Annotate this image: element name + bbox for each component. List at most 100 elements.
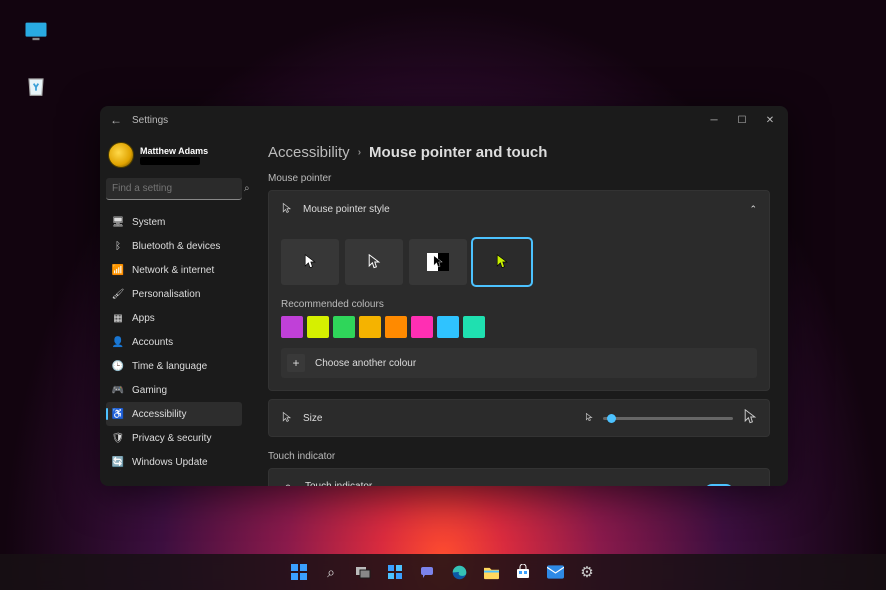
touch-indicator-title: Touch indicator (305, 481, 672, 486)
sidebar-item-label: Privacy & security (132, 433, 211, 444)
sidebar-item-system[interactable]: 🖥 System (106, 210, 242, 234)
section-mouse-pointer: Mouse pointer (268, 173, 770, 184)
gear-icon: ⚙ (580, 563, 593, 581)
desktop-icon-this-pc[interactable] (20, 18, 52, 51)
system-icon: 🖥 (112, 216, 124, 228)
colour-swatch-4[interactable] (385, 316, 407, 338)
plus-icon: + (287, 354, 305, 372)
chevron-up-icon: ⌃ (749, 204, 757, 215)
sidebar-item-label: System (132, 217, 165, 228)
colour-swatch-3[interactable] (359, 316, 381, 338)
pointer-style-label: Mouse pointer style (303, 204, 739, 215)
sidebar-item-accessibility[interactable]: ♿ Accessibility (106, 402, 242, 426)
cursor-icon (281, 202, 293, 217)
accounts-icon: 👤 (112, 336, 124, 348)
search-input[interactable] (112, 183, 244, 194)
taskbar-chat[interactable] (413, 558, 441, 586)
sidebar-item-brush[interactable]: 🖌Personalisation (106, 282, 242, 306)
taskbar-settings[interactable]: ⚙ (573, 558, 601, 586)
size-card: Size (268, 399, 770, 437)
sidebar-item-label: Network & internet (132, 265, 214, 276)
sidebar: Matthew Adams ⌕ 🖥 System ᛒ Bluetooth & devi… (100, 134, 250, 486)
update-icon: 🔄 (112, 456, 124, 468)
sidebar-item-label: Accessibility (132, 409, 186, 420)
choose-another-colour-label: Choose another colour (315, 358, 416, 369)
sidebar-item-label: Accounts (132, 337, 173, 348)
colour-swatch-0[interactable] (281, 316, 303, 338)
colour-swatch-5[interactable] (411, 316, 433, 338)
sidebar-item-apps[interactable]: ▦ Apps (106, 306, 242, 330)
section-touch-indicator: Touch indicator (268, 451, 770, 462)
taskbar-start[interactable] (285, 558, 313, 586)
chevron-right-icon: › (358, 147, 361, 158)
back-button[interactable]: ← (110, 113, 132, 127)
accessibility-icon: ♿ (112, 408, 124, 420)
sidebar-item-bluetooth[interactable]: ᛒ Bluetooth & devices (106, 234, 242, 258)
chevron-down-icon: ⌃ (749, 486, 757, 487)
page-title: Mouse pointer and touch (369, 144, 547, 161)
colour-swatch-6[interactable] (437, 316, 459, 338)
taskbar: ⌕ ⚙ (0, 554, 886, 590)
time-icon: 🕒 (112, 360, 124, 372)
size-row[interactable]: Size (269, 400, 769, 436)
sidebar-item-accounts[interactable]: 👤 Accounts (106, 330, 242, 354)
taskbar-edge[interactable] (445, 558, 473, 586)
touch-on-label: On (682, 486, 695, 487)
sidebar-item-label: Apps (132, 313, 155, 324)
minimize-button[interactable]: ─ (700, 109, 728, 131)
sidebar-item-update[interactable]: 🔄 Windows Update (106, 450, 242, 474)
pointer-style-black[interactable] (345, 239, 403, 285)
taskbar-widgets[interactable] (381, 558, 409, 586)
colour-swatch-1[interactable] (307, 316, 329, 338)
colour-swatch-2[interactable] (333, 316, 355, 338)
sidebar-item-label: Gaming (132, 385, 167, 396)
titlebar: ← Settings ─ ☐ ✕ (100, 106, 788, 134)
desktop-icon-recycle-bin[interactable] (20, 72, 52, 105)
pointer-style-card: Mouse pointer style ⌃ (268, 190, 770, 391)
content-pane: Accessibility › Mouse pointer and touch … (250, 134, 788, 486)
avatar (108, 142, 134, 168)
search-icon: ⌕ (327, 564, 335, 581)
small-cursor-icon (585, 413, 593, 424)
pointer-style-header[interactable]: Mouse pointer style ⌃ (269, 191, 769, 227)
bluetooth-icon: ᛒ (112, 240, 124, 252)
taskbar-search[interactable]: ⌕ (317, 558, 345, 586)
size-label: Size (303, 413, 322, 424)
sidebar-item-gaming[interactable]: 🎮Gaming (106, 378, 242, 402)
taskbar-taskview[interactable] (349, 558, 377, 586)
sidebar-item-label: Windows Update (132, 457, 208, 468)
maximize-button[interactable]: ☐ (728, 109, 756, 131)
size-slider[interactable] (603, 417, 733, 420)
pointer-style-inverted[interactable] (409, 239, 467, 285)
touch-indicator-row[interactable]: Touch indicator Show a circle on the scr… (269, 469, 769, 486)
search-box[interactable]: ⌕ (106, 178, 242, 200)
colour-swatch-7[interactable] (463, 316, 485, 338)
breadcrumb-parent[interactable]: Accessibility (268, 144, 350, 161)
breadcrumb: Accessibility › Mouse pointer and touch (268, 144, 770, 161)
taskbar-store[interactable] (509, 558, 537, 586)
recommended-colours-label: Recommended colours (281, 299, 757, 310)
sidebar-item-label: Time & language (132, 361, 207, 372)
taskbar-mail[interactable] (541, 558, 569, 586)
touch-toggle[interactable] (705, 484, 733, 486)
sidebar-item-wifi[interactable]: 📶 Network & internet (106, 258, 242, 282)
sidebar-item-time[interactable]: 🕒 Time & language (106, 354, 242, 378)
user-email-redacted (140, 157, 200, 165)
sidebar-item-privacy[interactable]: 🛡Privacy & security (106, 426, 242, 450)
pointer-style-white[interactable] (281, 239, 339, 285)
pointer-style-custom[interactable] (473, 239, 531, 285)
close-button[interactable]: ✕ (756, 109, 784, 131)
search-icon: ⌕ (244, 183, 250, 194)
cursor-icon (281, 411, 293, 426)
large-cursor-icon (743, 409, 757, 428)
slider-thumb[interactable] (607, 414, 616, 423)
touch-indicator-card: Touch indicator Show a circle on the scr… (268, 468, 770, 486)
sidebar-item-label: Bluetooth & devices (132, 241, 220, 252)
taskbar-explorer[interactable] (477, 558, 505, 586)
touch-icon (281, 483, 295, 487)
window-title: Settings (132, 115, 700, 126)
wifi-icon: 📶 (112, 264, 124, 276)
choose-another-colour[interactable]: + Choose another colour (281, 348, 757, 378)
user-profile[interactable]: Matthew Adams (108, 142, 242, 168)
apps-icon: ▦ (112, 312, 124, 324)
